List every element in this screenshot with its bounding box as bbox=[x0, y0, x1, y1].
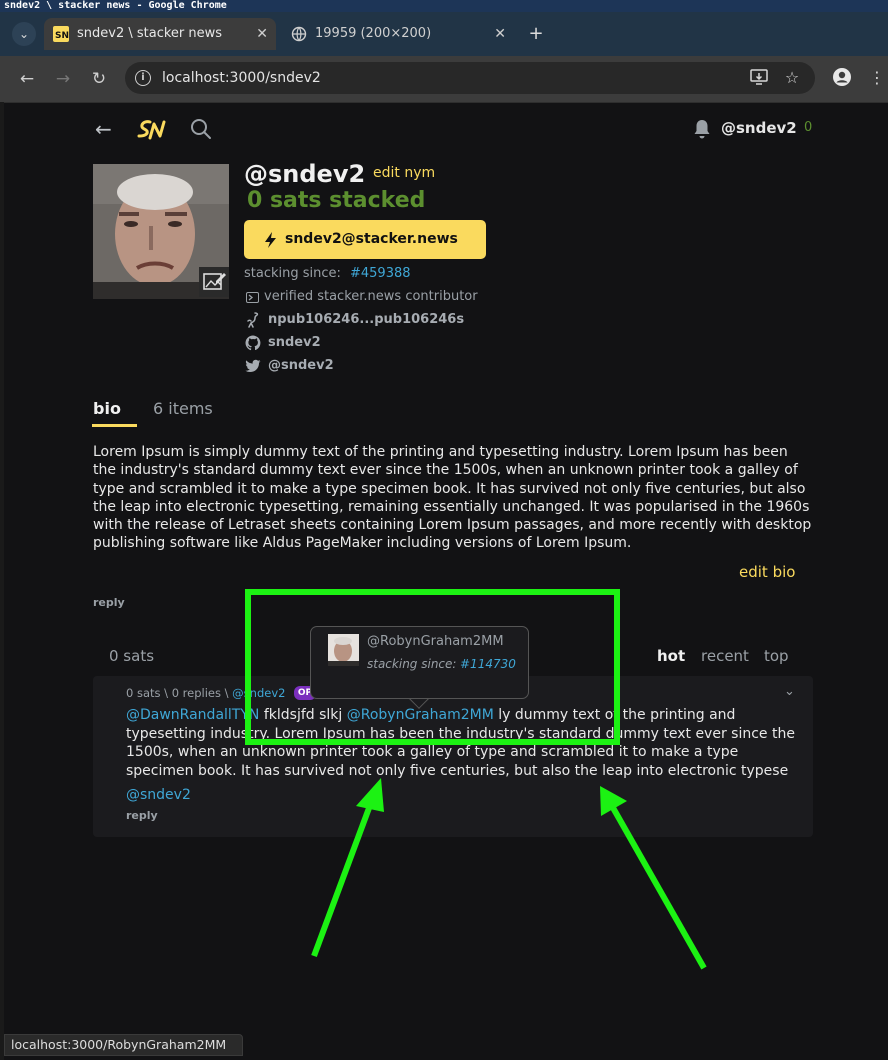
status-bar-url: localhost:3000/RobynGraham2MM bbox=[4, 1034, 243, 1056]
tab-bio[interactable]: bio bbox=[93, 399, 121, 418]
edit-bio-button[interactable]: edit bio bbox=[739, 563, 795, 581]
lightning-address-button[interactable]: sndev2@stacker.news bbox=[244, 220, 486, 259]
sort-hot[interactable]: hot bbox=[657, 647, 685, 665]
edit-nym-button[interactable]: edit nym bbox=[373, 165, 435, 181]
tab-stacker-news[interactable]: SN sndev2 \ stacker news ✕ bbox=[44, 18, 276, 50]
tab-items[interactable]: 6 items bbox=[153, 399, 213, 418]
window-title: sndev2 \ stacker news - Google Chrome bbox=[0, 0, 888, 12]
close-tab-icon[interactable]: ✕ bbox=[256, 18, 268, 50]
bookmark-star-icon[interactable]: ☆ bbox=[781, 67, 803, 89]
current-user-link[interactable]: @sndev2 bbox=[721, 119, 797, 137]
collapse-toggle-icon[interactable]: ⌄ bbox=[784, 684, 795, 699]
globe-icon bbox=[291, 26, 307, 42]
stacker-news-logo[interactable] bbox=[136, 116, 168, 142]
tab-search-button[interactable]: ⌄ bbox=[12, 22, 36, 46]
active-tab-underline bbox=[92, 424, 137, 427]
back-button[interactable]: ← bbox=[15, 67, 39, 91]
search-icon[interactable] bbox=[190, 118, 212, 140]
verified-contributor: verified stacker.news contributor bbox=[264, 289, 478, 304]
tab-label: 19959 (200×200) bbox=[315, 26, 432, 41]
stacking-since-link[interactable]: #459388 bbox=[350, 266, 411, 281]
profile-nym: @sndev2 bbox=[244, 160, 366, 188]
annotation-highlight-box bbox=[245, 589, 620, 745]
stacking-since-label: stacking since: bbox=[244, 266, 341, 281]
new-tab-button[interactable]: + bbox=[524, 22, 548, 46]
terminal-icon bbox=[246, 292, 259, 303]
sats-stacked: 0 sats stacked bbox=[247, 188, 426, 213]
comment-meta-text: 0 sats \ 0 replies \ bbox=[126, 686, 233, 700]
forward-button[interactable]: → bbox=[51, 67, 75, 91]
nostr-link[interactable]: npub106246...pub106246s bbox=[268, 312, 464, 327]
mention-link[interactable]: @DawnRandallTYN bbox=[126, 707, 259, 723]
current-user-sats: 0 bbox=[804, 120, 813, 135]
svg-text:SN: SN bbox=[55, 31, 69, 41]
profile-icon[interactable] bbox=[831, 67, 853, 89]
lightning-address-label: sndev2@stacker.news bbox=[285, 231, 458, 247]
address-bar[interactable]: i localhost:3000/sndev2 bbox=[125, 62, 815, 94]
lightning-bolt-icon bbox=[265, 232, 276, 248]
tab-label: sndev2 \ stacker news bbox=[77, 26, 223, 41]
comment-reply-button[interactable]: reply bbox=[126, 809, 158, 822]
comment-signature-link[interactable]: @sndev2 bbox=[126, 787, 191, 803]
bio-reply-button[interactable]: reply bbox=[93, 596, 125, 609]
site-info-icon[interactable]: i bbox=[135, 70, 151, 86]
sort-recent[interactable]: recent bbox=[701, 647, 749, 665]
github-link[interactable]: sndev2 bbox=[268, 335, 321, 350]
nostr-ostrich-icon bbox=[247, 312, 259, 328]
reload-button[interactable]: ↻ bbox=[87, 67, 111, 91]
back-arrow-icon[interactable]: ← bbox=[95, 117, 112, 141]
github-icon bbox=[245, 335, 261, 351]
tab-image[interactable]: 19959 (200×200) ✕ bbox=[282, 18, 514, 50]
sort-top[interactable]: top bbox=[764, 647, 789, 665]
browser-menu-icon[interactable]: ⋮ bbox=[866, 67, 888, 89]
edit-avatar-button[interactable] bbox=[199, 267, 229, 297]
comments-sats-total: 0 sats bbox=[109, 647, 155, 665]
twitter-link[interactable]: @sndev2 bbox=[268, 358, 334, 373]
stacker-news-favicon-icon: SN bbox=[53, 26, 69, 42]
close-tab-icon[interactable]: ✕ bbox=[494, 18, 506, 50]
install-app-icon[interactable] bbox=[748, 67, 770, 89]
url-text: localhost:3000/sndev2 bbox=[162, 70, 321, 86]
twitter-icon bbox=[245, 359, 261, 373]
notification-bell-icon[interactable] bbox=[693, 119, 711, 139]
bio-text: Lorem Ipsum is simply dummy text of the … bbox=[93, 444, 812, 552]
